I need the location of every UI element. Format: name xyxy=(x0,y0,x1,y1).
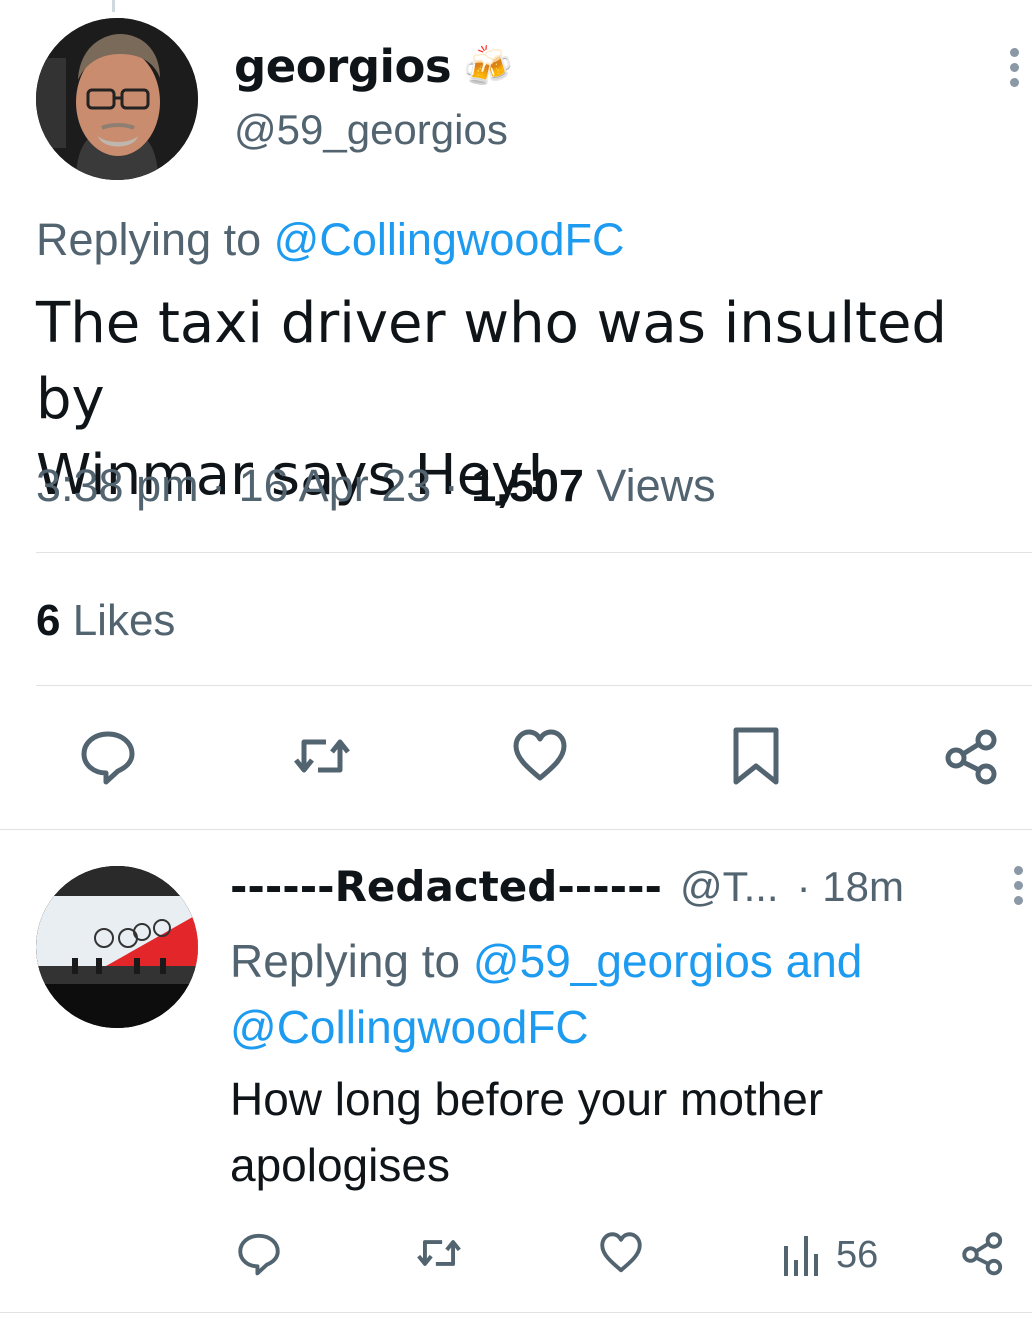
like-button[interactable] xyxy=(508,724,572,788)
more-options-icon[interactable] xyxy=(1010,48,1022,92)
views-button[interactable] xyxy=(780,1230,824,1280)
retweet-icon xyxy=(417,1240,461,1266)
separator: · xyxy=(198,460,239,511)
share-icon xyxy=(945,729,997,785)
retweet-icon xyxy=(294,739,350,773)
like-button[interactable] xyxy=(596,1228,646,1278)
beer-mugs-icon: 🍻 xyxy=(463,44,513,90)
tweet-text-line: apologises xyxy=(230,1139,450,1191)
bookmark-icon xyxy=(733,727,779,785)
views-count[interactable]: 1,507 xyxy=(471,460,584,511)
divider xyxy=(0,829,1032,830)
share-button[interactable] xyxy=(940,724,1004,788)
views-label[interactable]: Views xyxy=(584,460,715,511)
mention-link[interactable]: @59_georgios xyxy=(473,935,773,987)
user-handle[interactable]: @59_georgios xyxy=(234,106,508,154)
retweet-button[interactable] xyxy=(414,1228,464,1278)
avatar[interactable] xyxy=(36,18,198,180)
likes-label: Likes xyxy=(60,596,176,645)
likes-summary[interactable]: 6 Likes xyxy=(36,596,175,646)
mention-link[interactable]: @CollingwoodFC xyxy=(230,994,1010,1060)
tweet-time[interactable]: 3:38 pm xyxy=(36,460,199,511)
display-name[interactable]: georgios 🍻 xyxy=(234,40,513,93)
tweet-text: How long before your mother apologises xyxy=(230,1066,1010,1198)
display-name[interactable]: ------Redacted------ xyxy=(230,862,662,911)
mention-and[interactable]: and xyxy=(773,935,863,987)
reply-button[interactable] xyxy=(234,1228,284,1278)
tweet-date[interactable]: 16 Apr 23 xyxy=(239,460,432,511)
top-scroll-tick xyxy=(112,0,115,12)
bookmark-button[interactable] xyxy=(724,724,788,788)
tweet-meta: 3:38 pm · 16 Apr 23 · 1,507 Views xyxy=(36,460,716,512)
divider xyxy=(36,552,1032,553)
replying-prefix: Replying to xyxy=(36,214,274,265)
more-options-icon[interactable] xyxy=(1014,866,1026,910)
bar-chart-icon xyxy=(784,1236,818,1276)
avatar[interactable] xyxy=(36,866,198,1028)
heart-icon xyxy=(513,729,567,781)
replying-prefix: Replying to xyxy=(230,935,473,987)
views-count[interactable]: 56 xyxy=(836,1234,878,1277)
share-icon xyxy=(962,1232,1003,1276)
divider xyxy=(0,1312,1032,1313)
speech-bubble-icon xyxy=(81,731,135,785)
retweet-button[interactable] xyxy=(290,724,354,788)
tweet-text-line: How long before your mother xyxy=(230,1073,824,1125)
display-name-text: georgios xyxy=(234,40,452,93)
replying-to-line: Replying to @59_georgios and @Collingwoo… xyxy=(230,928,1010,1060)
separator: · xyxy=(431,460,472,511)
share-button[interactable] xyxy=(958,1228,1008,1278)
likes-count: 6 xyxy=(36,596,61,645)
divider xyxy=(36,685,1032,686)
reply-header: ------Redacted------ @T... · 18m xyxy=(230,862,904,911)
heart-icon xyxy=(600,1232,642,1273)
user-handle[interactable]: @T... xyxy=(680,863,779,911)
tweet-text-line: The taxi driver who was insulted by xyxy=(36,291,947,432)
speech-bubble-icon xyxy=(238,1233,280,1276)
replying-to-line: Replying to @CollingwoodFC xyxy=(36,214,624,266)
reply-button[interactable] xyxy=(76,724,140,788)
avatar-photo xyxy=(36,18,198,180)
replying-line: Replying to @59_georgios and xyxy=(230,928,1010,994)
avatar-photo xyxy=(36,866,198,1028)
mention-link[interactable]: @CollingwoodFC xyxy=(274,214,625,265)
tweet-time[interactable]: · 18m xyxy=(797,863,904,911)
